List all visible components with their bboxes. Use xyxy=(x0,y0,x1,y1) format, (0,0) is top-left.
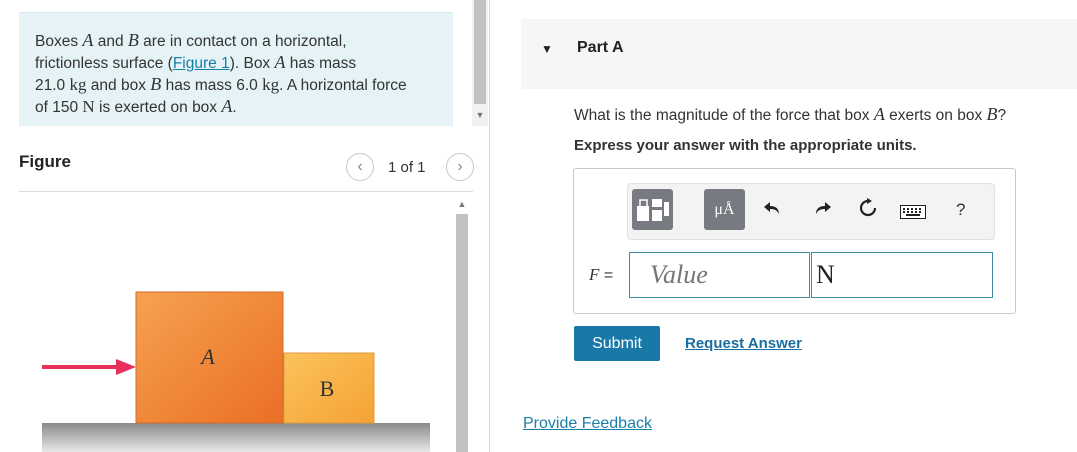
var-a: A xyxy=(274,52,286,72)
unit-input[interactable] xyxy=(811,252,993,298)
question-text-segment: What is the magnitude of the force that … xyxy=(574,107,874,124)
figure-illustration: A B xyxy=(42,291,430,452)
problem-text: has mass xyxy=(161,77,237,94)
caret-down-icon[interactable]: ▼ xyxy=(541,42,553,56)
provide-feedback-link[interactable]: Provide Feedback xyxy=(523,415,652,433)
question-text-segment: exerts on box xyxy=(884,107,987,124)
force-value: 150 xyxy=(52,99,79,116)
unit-n: N xyxy=(82,97,95,116)
answer-variable: F xyxy=(589,265,600,284)
problem-statement: Boxes A and B are in contact on a horizo… xyxy=(19,12,453,126)
templates-icon xyxy=(636,198,669,221)
scroll-down-arrow-icon[interactable]: ▼ xyxy=(473,108,487,122)
question-text-segment: ? xyxy=(997,107,1007,124)
force-arrow-icon xyxy=(116,359,136,375)
value-input[interactable] xyxy=(629,252,810,298)
var-b: B xyxy=(127,30,139,50)
equals-sign: = xyxy=(599,267,614,284)
instruction-text: Express your answer with the appropriate… xyxy=(574,137,917,154)
problem-text: has mass xyxy=(285,55,357,72)
problem-text: ). Box xyxy=(229,55,275,72)
problem-line-1: Boxes A and B are in contact on a horizo… xyxy=(35,30,453,52)
problem-text: and box xyxy=(86,77,151,94)
var-a: A xyxy=(82,30,94,50)
math-toolbar xyxy=(627,183,995,240)
figure-link[interactable]: Figure 1 xyxy=(173,55,230,72)
unit-kg: kg xyxy=(69,75,87,94)
problem-text: . xyxy=(232,99,237,116)
problem-line-4: of 150 N is exerted on box A. xyxy=(35,96,453,118)
problem-scrollbar-thumb[interactable] xyxy=(474,0,486,104)
var-a: A xyxy=(873,104,885,124)
reset-icon[interactable] xyxy=(858,198,878,224)
mass-b-value: 6.0 xyxy=(236,77,258,94)
figure-prev-button[interactable]: ‹ xyxy=(346,153,374,181)
redo-icon[interactable] xyxy=(814,200,832,222)
request-answer-link[interactable]: Request Answer xyxy=(685,335,802,352)
scroll-up-arrow-icon[interactable]: ▲ xyxy=(455,197,469,211)
templates-button[interactable] xyxy=(632,189,673,230)
chevron-left-icon: ‹ xyxy=(357,158,363,175)
mass-a-value: 21.0 xyxy=(35,77,66,94)
problem-text: is exerted on box xyxy=(94,99,222,116)
var-b: B xyxy=(150,74,162,94)
figure-pager-text: 1 of 1 xyxy=(388,159,426,176)
units-button[interactable]: μÅ xyxy=(704,189,745,230)
answer-variable-label: F = xyxy=(589,265,613,285)
part-title[interactable]: Part A xyxy=(577,39,624,57)
undo-icon[interactable] xyxy=(763,200,781,222)
panel-divider xyxy=(489,0,490,452)
problem-text: frictionless surface ( xyxy=(35,55,173,72)
problem-line-3: 21.0 kg and box B has mass 6.0 kg. A hor… xyxy=(35,74,453,96)
ground-surface xyxy=(42,423,430,452)
question-text: What is the magnitude of the force that … xyxy=(574,104,1006,125)
problem-line-2: frictionless surface (Figure 1). Box A h… xyxy=(35,52,453,74)
var-a: A xyxy=(221,96,233,116)
figure-scrollbar-thumb[interactable] xyxy=(456,214,468,452)
unit-kg: kg xyxy=(262,75,280,94)
problem-text: and xyxy=(93,33,128,50)
figure-divider xyxy=(19,191,473,192)
help-icon[interactable]: ? xyxy=(956,200,965,220)
keyboard-icon[interactable] xyxy=(900,203,926,225)
box-a-label: A xyxy=(199,344,215,369)
box-b-label: B xyxy=(320,376,335,401)
figure-next-button[interactable]: › xyxy=(446,153,474,181)
var-b: B xyxy=(986,104,998,124)
problem-text: of xyxy=(35,99,53,116)
problem-text: Boxes xyxy=(35,33,83,50)
problem-text: . A horizontal force xyxy=(279,77,407,94)
problem-text: are in contact on a horizontal, xyxy=(138,33,347,50)
figure-title: Figure xyxy=(19,152,71,171)
chevron-right-icon: › xyxy=(457,158,463,175)
submit-button[interactable]: Submit xyxy=(574,326,660,361)
